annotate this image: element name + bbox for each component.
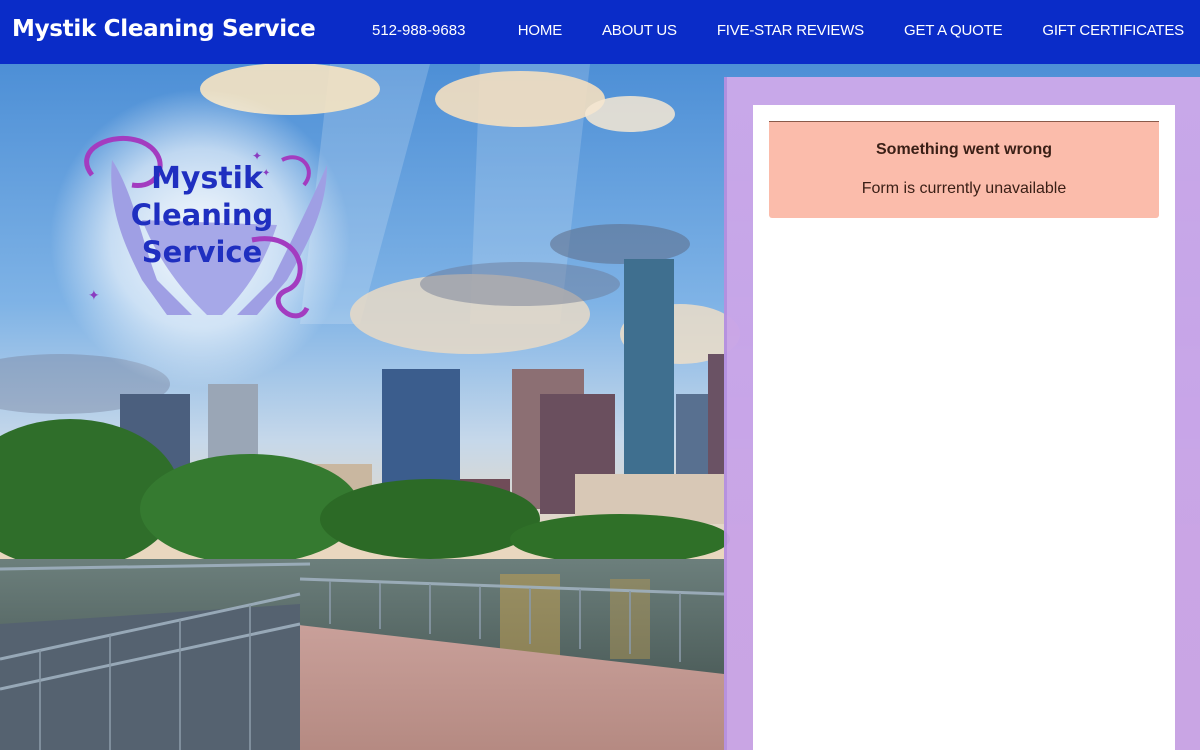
svg-text:✦: ✦ xyxy=(88,288,100,304)
nav-gift-certificates[interactable]: GIFT CERTIFICATES xyxy=(1042,22,1184,39)
form-error-alert: Something went wrong Form is currently u… xyxy=(769,121,1159,218)
logo-line-2: Cleaning xyxy=(131,198,273,232)
svg-text:✦: ✦ xyxy=(262,168,270,179)
alert-message: Form is currently unavailable xyxy=(861,180,1067,197)
top-navbar: Mystik Cleaning Service 512-988-9683 HOM… xyxy=(0,0,1200,64)
main-nav: HOME ABOUT US FIVE-STAR REVIEWS GET A QU… xyxy=(518,22,1184,39)
nav-home[interactable]: HOME xyxy=(518,22,562,39)
nav-get-a-quote[interactable]: GET A QUOTE xyxy=(904,22,1003,39)
nav-five-star-reviews[interactable]: FIVE-STAR REVIEWS xyxy=(717,22,864,39)
nav-about-us[interactable]: ABOUT US xyxy=(602,22,677,39)
logo-line-3: Service xyxy=(142,235,263,269)
brand-link[interactable]: Mystik Cleaning Service xyxy=(12,16,316,42)
company-logo: ✦ ✦ ✦ Mystik Cleaning Service xyxy=(84,135,327,319)
logo-line-1: Mystik xyxy=(151,161,264,196)
alert-title: Something went wrong xyxy=(876,141,1052,158)
phone-link[interactable]: 512-988-9683 xyxy=(372,22,465,39)
